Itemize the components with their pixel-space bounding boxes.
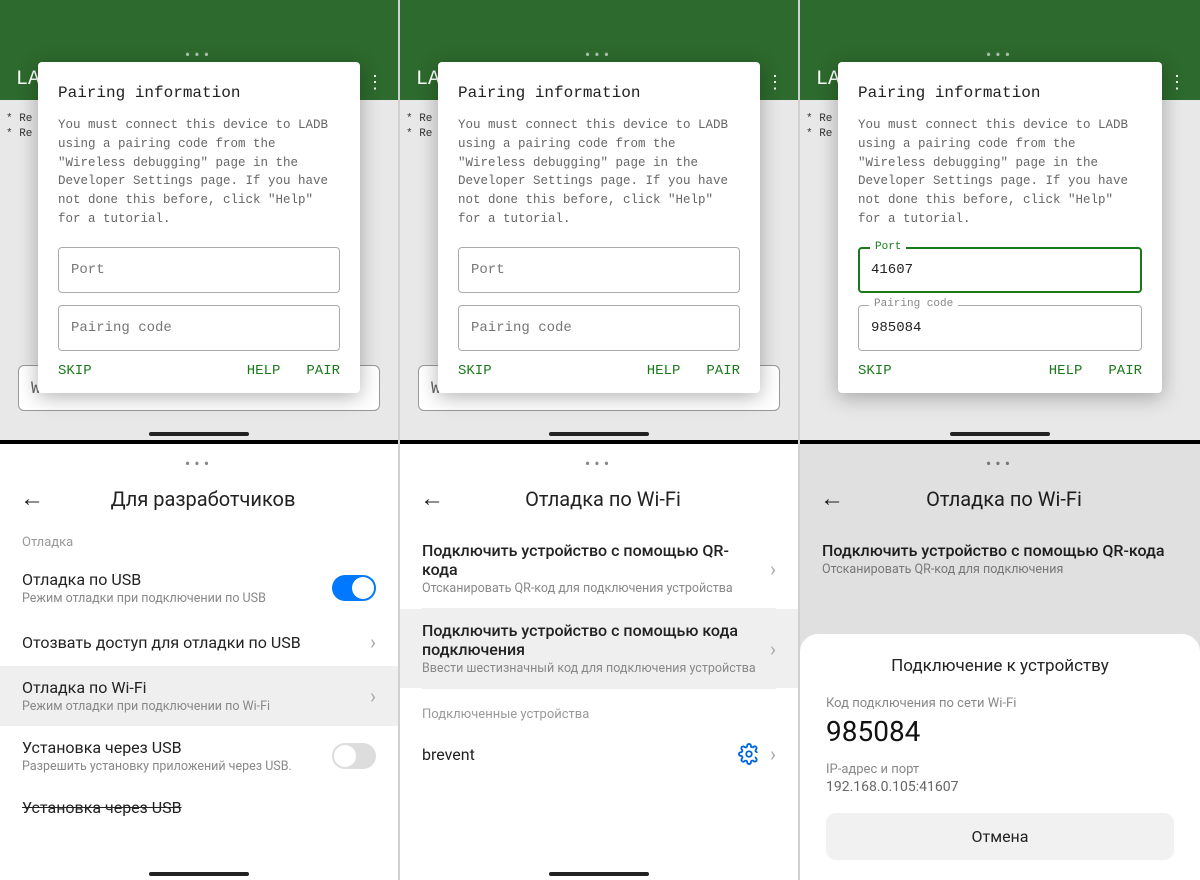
setting-title: Отладка по USB (22, 570, 332, 589)
pair-button[interactable]: PAIR (706, 363, 740, 379)
port-input[interactable]: Port (458, 247, 740, 293)
log-text: * Re * Re (406, 112, 432, 143)
ladb-app-screen-3: ••• LA ⋮ * Re * Re Pairing information Y… (800, 0, 1200, 440)
install-via-usb-row-2[interactable]: Установка через USB (0, 786, 398, 829)
gear-icon[interactable] (738, 743, 760, 765)
pairing-code-input[interactable]: Pairing code 985084 (858, 305, 1142, 351)
setting-title: Подключить устройство с помощью QR-кода (422, 541, 760, 579)
nav-handle[interactable] (149, 432, 249, 436)
port-input[interactable]: Port (58, 247, 340, 293)
ladb-app-screen-1: ••• LA ⋮ * Re * Re W Pairing information… (0, 0, 398, 440)
back-arrow-icon[interactable]: ← (20, 484, 44, 513)
chevron-right-icon: › (770, 742, 776, 766)
setting-title: Установка через USB (22, 738, 332, 757)
help-button[interactable]: HELP (647, 363, 681, 379)
pairing-code-value: 985084 (826, 715, 1174, 748)
port-label: Port (870, 241, 906, 253)
page-title: Отладка по Wi-Fi (468, 487, 738, 511)
cancel-button[interactable]: Отмена (826, 813, 1174, 860)
dialog-body: You must connect this device to LADB usi… (458, 116, 740, 229)
back-arrow-icon[interactable]: ← (420, 484, 444, 513)
pairing-code-input[interactable]: Pairing code (458, 305, 740, 351)
status-dots: ••• (185, 454, 213, 473)
pair-button[interactable]: PAIR (1108, 363, 1142, 379)
nav-handle[interactable] (549, 872, 649, 876)
skip-button[interactable]: SKIP (58, 363, 92, 379)
setting-title: Отозвать доступ для отладки по USB (22, 633, 360, 652)
revoke-access-row[interactable]: Отозвать доступ для отладки по USB › (0, 618, 398, 666)
usb-debugging-toggle[interactable] (332, 575, 376, 601)
status-dots: ••• (585, 454, 613, 473)
pairing-dialog: Pairing information You must connect thi… (438, 62, 760, 393)
wifi-debug-screen-sheet: ••• ← Отладка по Wi-Fi Подключить устрой… (800, 440, 1200, 880)
section-label: Подключенные устройства (400, 689, 798, 730)
setting-title: Установка через USB (22, 798, 376, 817)
setting-title: Отладка по Wi-Fi (22, 678, 360, 697)
chevron-right-icon: › (370, 630, 376, 654)
pair-button[interactable]: PAIR (306, 363, 340, 379)
device-row[interactable]: brevent › (400, 730, 798, 778)
dialog-body: You must connect this device to LADB usi… (858, 116, 1142, 229)
developer-settings-screen: ••• ← Для разработчиков Отладка Отладка … (0, 440, 398, 880)
log-text: * Re * Re (806, 112, 832, 143)
pair-code-row[interactable]: Подключить устройство с помощью кода под… (400, 609, 798, 688)
overflow-menu-icon[interactable]: ⋮ (366, 72, 384, 93)
pairing-label: Pairing code (869, 298, 958, 310)
app-title-partial: LA (16, 68, 40, 91)
ip-port-value: 192.168.0.105:41607 (826, 779, 1174, 795)
dialog-title: Pairing information (458, 84, 740, 102)
skip-button[interactable]: SKIP (858, 363, 892, 379)
chevron-right-icon: › (770, 557, 776, 581)
pair-qr-row[interactable]: Подключить устройство с помощью QR-кода … (400, 529, 798, 608)
code-label: Код подключения по сети Wi-Fi (826, 696, 1174, 711)
sheet-title: Подключение к устройству (826, 656, 1174, 676)
setting-sub: Режим отладки при подключении по Wi-Fi (22, 699, 360, 714)
app-title-partial: LA (816, 68, 840, 91)
device-name: brevent (422, 745, 738, 764)
nav-handle[interactable] (950, 432, 1050, 436)
overflow-menu-icon[interactable]: ⋮ (766, 72, 784, 93)
wifi-debugging-row[interactable]: Отладка по Wi-Fi Режим отладки при подкл… (0, 666, 398, 726)
pairing-dialog: Pairing information You must connect thi… (38, 62, 360, 393)
log-text: * Re * Re (6, 112, 32, 143)
pairing-code-sheet: Подключение к устройству Код подключения… (800, 634, 1200, 880)
usb-debugging-row[interactable]: Отладка по USB Режим отладки при подключ… (0, 558, 398, 618)
install-usb-toggle[interactable] (332, 743, 376, 769)
ladb-app-screen-2: ••• LA ⋮ * Re * Re W Pairing information… (400, 0, 798, 440)
skip-button[interactable]: SKIP (458, 363, 492, 379)
dialog-body: You must connect this device to LADB usi… (58, 116, 340, 229)
section-label: Отладка (0, 529, 398, 558)
dialog-title: Pairing information (858, 84, 1142, 102)
app-title-partial: LA (416, 68, 440, 91)
pairing-dialog: Pairing information You must connect thi… (838, 62, 1162, 393)
help-button[interactable]: HELP (247, 363, 281, 379)
setting-sub: Разрешить установку приложений через USB… (22, 759, 332, 774)
setting-sub: Отсканировать QR-код для подключения уст… (422, 581, 760, 596)
help-button[interactable]: HELP (1049, 363, 1083, 379)
wifi-debug-screen: ••• ← Отладка по Wi-Fi Подключить устрой… (400, 440, 798, 880)
port-input[interactable]: Port 41607 (858, 247, 1142, 293)
install-via-usb-row[interactable]: Установка через USB Разрешить установку … (0, 726, 398, 786)
chevron-right-icon: › (770, 637, 776, 661)
chevron-right-icon: › (370, 684, 376, 708)
ip-label: IP-адрес и порт (826, 762, 1174, 777)
setting-title: Подключить устройство с помощью кода под… (422, 621, 760, 659)
pairing-code-input[interactable]: Pairing code (58, 305, 340, 351)
overflow-menu-icon[interactable]: ⋮ (1168, 72, 1186, 93)
page-title: Для разработчиков (68, 487, 338, 511)
setting-sub: Режим отладки при подключении по USB (22, 591, 332, 606)
nav-handle[interactable] (549, 432, 649, 436)
dialog-title: Pairing information (58, 84, 340, 102)
nav-handle[interactable] (149, 872, 249, 876)
setting-sub: Ввести шестизначный код для подключения … (422, 661, 760, 676)
